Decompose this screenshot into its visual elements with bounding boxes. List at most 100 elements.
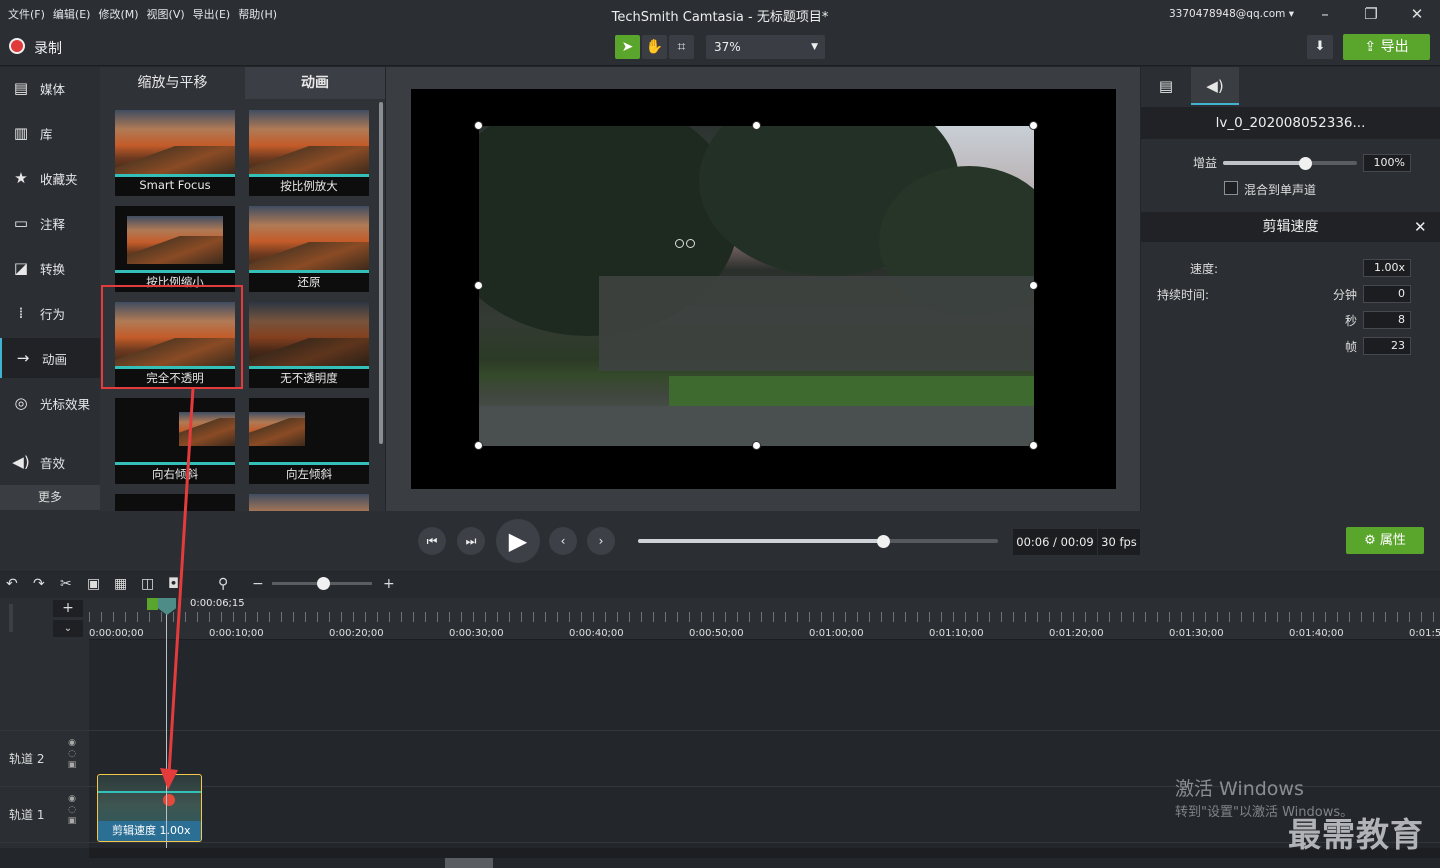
library-scrollbar[interactable] bbox=[379, 102, 383, 444]
gain-label: 增益 bbox=[1193, 156, 1218, 170]
resize-handle[interactable] bbox=[752, 441, 761, 450]
gain-input[interactable]: 100% bbox=[1363, 154, 1411, 172]
timeline-scrollbar[interactable] bbox=[89, 848, 1440, 858]
close-icon[interactable]: ✕ bbox=[1404, 3, 1430, 25]
add-track-button[interactable]: + bbox=[53, 600, 83, 617]
track-1-controls[interactable]: ◉ ◌ ▣ bbox=[67, 794, 77, 827]
play-icon[interactable]: ▶ bbox=[496, 519, 540, 563]
resize-handle[interactable] bbox=[474, 121, 483, 130]
zoom-select[interactable]: 37% ▼ bbox=[706, 35, 825, 59]
animation-marker-icon[interactable] bbox=[163, 794, 175, 806]
menu-help[interactable]: 帮助(H) bbox=[238, 6, 277, 22]
restore-icon[interactable]: ❐ bbox=[1358, 3, 1384, 25]
sidebar-item-favorites[interactable]: ★ 收藏夹 bbox=[0, 158, 100, 198]
menu-file[interactable]: 文件(F) bbox=[8, 6, 45, 22]
sidebar-item-library[interactable]: ▥ 库 bbox=[0, 113, 100, 153]
zoom-icon[interactable]: ⚲ bbox=[218, 576, 228, 592]
sidebar-item-transitions[interactable]: ◪ 转换 bbox=[0, 248, 100, 288]
crop-tool-icon[interactable]: ⌗ bbox=[669, 35, 694, 59]
tab-zoom-pan[interactable]: 缩放与平移 bbox=[101, 67, 244, 99]
export-button[interactable]: ⇪ 导出 bbox=[1343, 34, 1430, 60]
share-icon: ⇪ bbox=[1364, 39, 1377, 55]
seek-knob[interactable] bbox=[876, 535, 890, 548]
resize-handle[interactable] bbox=[474, 441, 483, 450]
speed-input[interactable]: 1.00x bbox=[1363, 259, 1411, 277]
animation-smart-focus[interactable]: Smart Focus bbox=[115, 110, 235, 196]
camera-icon[interactable]: ◘ bbox=[168, 576, 179, 592]
tab-animations[interactable]: 动画 bbox=[245, 67, 385, 99]
animation-scale-up[interactable]: 按比例放大 bbox=[249, 110, 369, 196]
minutes-input[interactable]: 0 bbox=[1363, 285, 1411, 303]
menu-modify[interactable]: 修改(M) bbox=[98, 6, 138, 22]
animation-more-1[interactable] bbox=[115, 494, 235, 511]
copy-icon[interactable]: ▣ bbox=[87, 576, 100, 592]
minimize-icon[interactable]: – bbox=[1312, 3, 1338, 25]
sidebar-item-cursor-effects[interactable]: ◎ 光标效果 bbox=[0, 383, 100, 423]
zoom-in-icon[interactable]: + bbox=[383, 576, 395, 592]
zoom-value: 37% bbox=[714, 40, 741, 54]
menu-view[interactable]: 视图(V) bbox=[147, 6, 185, 22]
step-forward-icon[interactable]: ⏭ bbox=[457, 527, 485, 555]
redo-icon[interactable]: ↷ bbox=[33, 576, 45, 592]
pan-tool-icon[interactable]: ✋ bbox=[642, 35, 667, 59]
sidebar-item-animations[interactable]: → 动画 bbox=[0, 338, 100, 378]
menu-export[interactable]: 导出(E) bbox=[193, 6, 231, 22]
sidebar-item-media[interactable]: ▤ 媒体 bbox=[0, 68, 100, 108]
sidebar-item-behaviors[interactable]: ⁞ 行为 bbox=[0, 293, 100, 333]
rotation-handle-icon[interactable] bbox=[675, 239, 684, 248]
timeline-scroll-thumb[interactable] bbox=[445, 858, 493, 868]
paste-icon[interactable]: ▦ bbox=[114, 576, 127, 592]
playhead[interactable] bbox=[166, 598, 167, 848]
record-icon[interactable] bbox=[9, 38, 25, 54]
next-icon[interactable]: › bbox=[587, 527, 615, 555]
collapse-tracks-button[interactable]: ⌄ bbox=[53, 620, 83, 637]
track-2-controls[interactable]: ◉ ◌ ▣ bbox=[67, 738, 77, 771]
animation-restore[interactable]: 还原 bbox=[249, 206, 369, 292]
sidebar-item-annotations[interactable]: ▭ 注释 bbox=[0, 203, 100, 243]
animation-more-2[interactable] bbox=[249, 494, 369, 511]
ruler-ticks bbox=[89, 612, 1440, 622]
resize-handle[interactable] bbox=[1029, 281, 1038, 290]
resize-handle[interactable] bbox=[474, 281, 483, 290]
undo-icon[interactable]: ↶ bbox=[6, 576, 18, 592]
previous-icon[interactable]: ‹ bbox=[549, 527, 577, 555]
track-height-slider[interactable] bbox=[9, 604, 13, 632]
download-button[interactable]: ⬇ bbox=[1307, 35, 1333, 59]
split-icon[interactable]: ◫ bbox=[141, 576, 154, 592]
more-button[interactable]: 更多 bbox=[0, 485, 100, 510]
timeline-zoom-knob[interactable] bbox=[317, 577, 330, 590]
animation-transparent[interactable]: 无不透明度 bbox=[249, 302, 369, 388]
select-tool-icon[interactable]: ➤ bbox=[615, 35, 640, 59]
thumbnail-image bbox=[249, 110, 369, 174]
properties-button[interactable]: ⚙ 属性 bbox=[1346, 527, 1424, 554]
ruler-label: 0:01:5 bbox=[1409, 628, 1440, 639]
fps-display[interactable]: 30 fps bbox=[1098, 529, 1140, 555]
zoom-out-icon[interactable]: − bbox=[252, 576, 264, 592]
in-point-marker[interactable] bbox=[147, 598, 158, 610]
account-menu[interactable]: 3370478948@qq.com ▾ bbox=[1169, 8, 1294, 20]
close-icon[interactable]: ✕ bbox=[1414, 218, 1427, 236]
animation-tilt-left[interactable]: 向左倾斜 bbox=[249, 398, 369, 484]
thumbnail-caption: 向左倾斜 bbox=[286, 467, 332, 481]
resize-handle[interactable] bbox=[1029, 441, 1038, 450]
cut-icon[interactable]: ✂ bbox=[60, 576, 72, 592]
record-button-label[interactable]: 录制 bbox=[34, 38, 62, 58]
thumbnail-image bbox=[179, 412, 235, 446]
video-frame[interactable] bbox=[479, 126, 1034, 446]
tab-visual-properties[interactable]: ▤ bbox=[1142, 67, 1190, 105]
seconds-input[interactable]: 8 bbox=[1363, 311, 1411, 329]
animation-scale-down[interactable]: 按比例缩小 bbox=[115, 206, 235, 292]
animation-tilt-right[interactable]: 向右倾斜 bbox=[115, 398, 235, 484]
anchor-handle-icon[interactable] bbox=[686, 239, 695, 248]
menu-edit[interactable]: 编辑(E) bbox=[53, 6, 91, 22]
frames-input[interactable]: 23 bbox=[1363, 337, 1411, 355]
mix-mono-label: 混合到单声道 bbox=[1244, 183, 1317, 197]
tab-audio-properties[interactable]: ◀) bbox=[1191, 67, 1239, 105]
mix-mono-checkbox[interactable] bbox=[1224, 181, 1238, 195]
timeline-clip[interactable]: 剪辑速度 1.00x bbox=[97, 774, 202, 842]
resize-handle[interactable] bbox=[1029, 121, 1038, 130]
gain-slider-knob[interactable] bbox=[1299, 157, 1312, 170]
sidebar-item-audio-effects[interactable]: ◀) 音效 bbox=[0, 442, 100, 482]
resize-handle[interactable] bbox=[752, 121, 761, 130]
step-back-icon[interactable]: ⏮ bbox=[418, 527, 446, 555]
